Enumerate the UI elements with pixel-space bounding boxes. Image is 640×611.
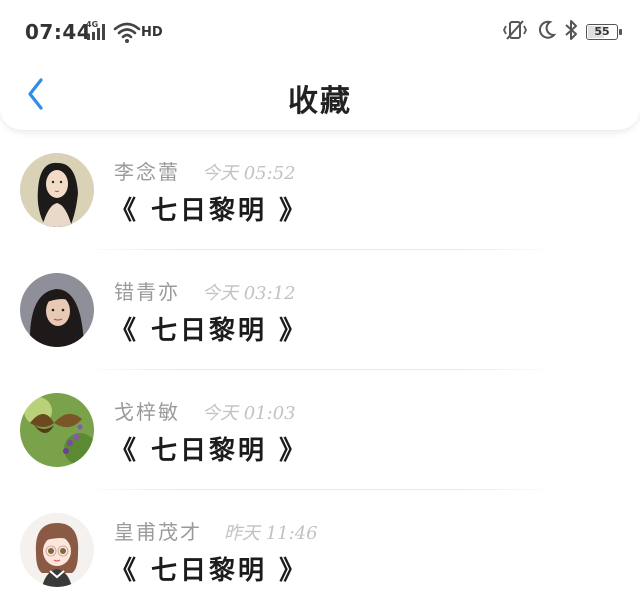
book-title: 《 七日黎明 》 [110, 436, 309, 466]
status-right-icons: 55 [502, 19, 622, 45]
favorites-screen: 07:44 4G HD 55 收藏 李念蕾 今天 05:52 《 七日黎明 》 … [0, 0, 640, 611]
item-meta: 戈梓敏 今天 01:03 [114, 396, 296, 425]
author-name: 戈梓敏 [114, 400, 180, 424]
favorites-list: 李念蕾 今天 05:52 《 七日黎明 》 错青亦 今天 03:12 《 七日黎… [0, 130, 640, 610]
author-name: 皇甫茂才 [114, 520, 202, 544]
list-item[interactable]: 李念蕾 今天 05:52 《 七日黎明 》 [0, 130, 640, 250]
item-meta: 皇甫茂才 昨天 11:46 [114, 516, 318, 545]
item-meta: 李念蕾 今天 05:52 [114, 156, 296, 185]
author-name: 李念蕾 [114, 160, 180, 184]
author-name: 错青亦 [114, 280, 180, 304]
timestamp: 今天 03:12 [202, 283, 296, 304]
book-title: 《 七日黎明 》 [110, 196, 309, 226]
timestamp: 今天 01:03 [202, 403, 296, 424]
item-meta: 错青亦 今天 03:12 [114, 276, 296, 305]
bluetooth-icon [564, 19, 578, 45]
timestamp: 昨天 11:46 [224, 523, 318, 544]
book-title: 《 七日黎明 》 [110, 316, 309, 346]
list-item[interactable]: 戈梓敏 今天 01:03 《 七日黎明 》 [0, 370, 640, 490]
app-header: 收藏 [0, 60, 640, 131]
timestamp: 今天 05:52 [202, 163, 296, 184]
vibrate-icon [502, 19, 528, 45]
battery-level: 55 [594, 25, 610, 38]
status-time: 07:44 [25, 20, 92, 44]
moon-icon [536, 19, 557, 45]
wifi-hd-badge: HD [141, 25, 163, 40]
battery-icon: 55 [586, 24, 622, 40]
list-item[interactable]: 错青亦 今天 03:12 《 七日黎明 》 [0, 250, 640, 370]
avatar [20, 273, 94, 347]
book-title: 《 七日黎明 》 [110, 556, 309, 586]
page-title: 收藏 [288, 84, 352, 119]
signal-icon: 4G [86, 20, 108, 42]
avatar [20, 393, 94, 467]
avatar [20, 153, 94, 227]
wifi-icon: HD [113, 20, 163, 44]
status-bar: 07:44 4G HD 55 [0, 0, 640, 60]
avatar [20, 513, 94, 587]
list-item[interactable]: 皇甫茂才 昨天 11:46 《 七日黎明 》 [0, 490, 640, 610]
